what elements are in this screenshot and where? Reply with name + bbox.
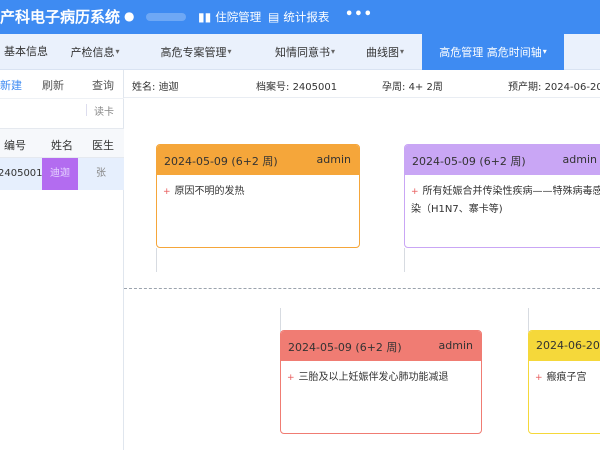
menu-reports[interactable]: ▤ 统计报表 (268, 8, 329, 26)
patient-gest-week: 孕周: 4+ 2周 (382, 82, 443, 93)
timeline-connector (280, 308, 281, 332)
column-header-name: 姓名 (51, 139, 73, 152)
card-date: 2024-05-09 (6+2 周) (412, 155, 526, 168)
risk-item: + 原因不明的发热 (163, 186, 245, 197)
risk-item: + 瘢痕子宫 (535, 372, 587, 383)
timeline-card[interactable]: 2024-06-20 ( +瘢痕子宫 (528, 330, 600, 434)
query-button[interactable]: 查询 (92, 77, 114, 93)
bullet-icon: + (411, 187, 419, 197)
divider (86, 104, 87, 116)
high-risk-timeline: 2024-05-09 (6+2 周) admin + 原因不明的发热 2024-0… (124, 98, 600, 450)
timeline-connector (528, 308, 529, 332)
card-header: 2024-05-09 (6+2 周) admin (157, 145, 359, 175)
chevron-down-icon: ▾ (542, 47, 547, 56)
patient-name: 姓名: 迪迦 (132, 82, 179, 93)
card-date: 2024-06-20 ( (536, 339, 600, 352)
card-body: + 所有妊娠合并传染性疾病——特殊病毒感 染（H1N7、寨卡等) (405, 175, 600, 218)
tab-high-risk-timeline[interactable]: 高危管理 高危时间轴▾ (422, 34, 564, 70)
top-header: 产科电子病历系统 ● ▮▮ 住院管理 ▤ 统计报表 ••• (0, 0, 600, 34)
card-header: 2024-06-20 ( (529, 331, 600, 361)
bar-chart-icon: ▮▮ (198, 10, 212, 24)
tab-high-risk-case[interactable]: 高危专案管理▾ (150, 34, 242, 70)
report-icon: ▤ (268, 10, 280, 24)
column-header-doctor: 医生 (92, 139, 114, 152)
app-window: 产科电子病历系统 ● ▮▮ 住院管理 ▤ 统计报表 ••• 基本信息 产检信息▾… (0, 0, 600, 450)
tab-high-risk-case-label: 高危专案管理 (160, 46, 227, 59)
tab-high-risk-timeline-label: 高危管理 高危时间轴 (439, 46, 542, 59)
bullet-icon: + (163, 187, 171, 197)
table-header: 编号 姓名 医生 (0, 128, 124, 158)
bullet-icon: + (535, 373, 543, 383)
cell-id: 2405001 (0, 168, 43, 179)
tab-basic-info[interactable]: 基本信息 (0, 34, 52, 70)
risk-item: + 所有妊娠合并传染性疾病——特殊病毒感 (411, 186, 600, 197)
menu-inpatient[interactable]: ▮▮ 住院管理 (198, 8, 261, 26)
timeline-card[interactable]: 2024-05-09 (6+2 周) admin + 三胎及以上妊娠伴发心肺功能减… (280, 330, 482, 434)
timeline-connector (404, 248, 405, 272)
card-author: admin (438, 339, 473, 352)
card-header: 2024-05-09 (6+2 周) admin (281, 331, 481, 361)
card-body: + 瘢痕子宫 (529, 361, 600, 387)
tab-curve-chart-label: 曲线图 (365, 46, 399, 59)
blurred-menu-button[interactable]: ● (124, 8, 192, 26)
patient-list-toolbar: 新建 刷新 查询 (0, 70, 124, 98)
tab-prenatal-info[interactable]: 产检信息▾ (60, 34, 130, 70)
card-author: admin (316, 153, 351, 166)
menu-reports-label: 统计报表 (283, 10, 330, 24)
timeline-connector (156, 248, 157, 272)
card-body: + 三胎及以上妊娠伴发心肺功能减退 (281, 361, 481, 387)
column-header-id: 编号 (4, 139, 26, 152)
chevron-down-icon: ▾ (330, 47, 335, 56)
app-title: 产科电子病历系统 (0, 8, 121, 26)
card-body: + 原因不明的发热 (157, 175, 359, 201)
chevron-down-icon: ▾ (227, 47, 232, 56)
patient-due-date: 预产期: 2024-06-20 (508, 82, 600, 93)
refresh-button[interactable]: 刷新 (42, 77, 64, 93)
chevron-down-icon: ▾ (115, 47, 120, 56)
cell-doctor: 张 (96, 168, 106, 179)
card-date: 2024-05-09 (6+2 周) (164, 155, 278, 168)
chevron-down-icon: ▾ (399, 47, 404, 56)
table-row[interactable]: 2405001 迪迦 张 (0, 158, 124, 190)
tab-consent-form-label: 知情同意书 (274, 46, 330, 59)
tab-basic-info-label: 基本信息 (4, 45, 48, 58)
more-menu-button[interactable]: ••• (345, 7, 373, 22)
new-button[interactable]: 新建 (0, 77, 22, 93)
risk-item-continued: 染（H1N7、寨卡等) (411, 204, 503, 215)
patient-list-panel: 新建 刷新 查询 读卡 编号 姓名 医生 2405001 迪迦 张 (0, 70, 124, 450)
nav-bar: 基本信息 产检信息▾ 高危专案管理▾ 知情同意书▾ 曲线图▾ 高危管理 高危时间… (0, 34, 600, 70)
patient-info-bar: 姓名: 迪迦 档案号: 2405001 孕周: 4+ 2周 预产期: 2024-… (124, 70, 600, 98)
tab-curve-chart[interactable]: 曲线图▾ (360, 34, 410, 70)
card-header: 2024-05-09 (6+2 周) admin (405, 145, 600, 175)
search-input[interactable]: 读卡 (0, 98, 124, 120)
tab-consent-form[interactable]: 知情同意书▾ (262, 34, 348, 70)
cell-name: 迪迦 (42, 158, 78, 190)
tab-prenatal-info-label: 产检信息 (70, 46, 115, 59)
card-date: 2024-05-09 (6+2 周) (288, 341, 402, 354)
risk-item: + 三胎及以上妊娠伴发心肺功能减退 (287, 372, 449, 383)
menu-inpatient-label: 住院管理 (215, 10, 262, 24)
timeline-card[interactable]: 2024-05-09 (6+2 周) admin + 原因不明的发热 (156, 144, 360, 248)
blurred-label (146, 13, 186, 21)
read-card-button[interactable]: 读卡 (94, 103, 114, 118)
patient-record-no: 档案号: 2405001 (256, 82, 338, 93)
timeline-card[interactable]: 2024-05-09 (6+2 周) admin + 所有妊娠合并传染性疾病——特… (404, 144, 600, 248)
bullet-icon: + (287, 373, 295, 383)
timeline-axis (124, 288, 600, 289)
card-author: admin (562, 153, 597, 166)
user-icon: ● (124, 9, 135, 23)
